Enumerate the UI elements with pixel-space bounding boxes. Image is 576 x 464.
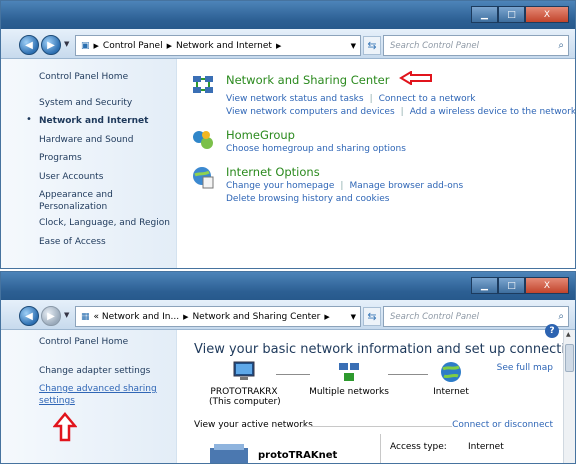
scrollbar[interactable]: ▲ [563, 330, 575, 463]
node-internet[interactable]: Internet [426, 360, 476, 397]
homegroup-link[interactable]: HomeGroup [226, 128, 295, 142]
minimize-button[interactable]: ▁ [471, 6, 498, 23]
address-bar[interactable]: ▦ « Network and In... ▶ Network and Shar… [75, 306, 361, 327]
connection-line [276, 374, 310, 375]
divider [380, 434, 381, 463]
refresh-button[interactable]: ⇆ [363, 307, 381, 326]
close-button[interactable]: X [525, 6, 569, 23]
current-item-bullet: • [26, 114, 32, 125]
computer-name: PROTOTRAKRX [210, 387, 278, 397]
view-network-status-link[interactable]: View network status and tasks [226, 94, 364, 104]
homegroup-icon [193, 131, 213, 149]
multiple-networks-label: Multiple networks [309, 387, 389, 397]
forward-button[interactable]: ▶ [41, 306, 61, 326]
connect-network-link[interactable]: Connect to a network [379, 94, 476, 104]
category-network-sharing: Network and Sharing Center View network … [178, 73, 575, 121]
navigation-bar: ◀ ▶ ▼ ▣ ▶ Control Panel ▶ Network and In… [1, 29, 575, 59]
sidebar-control-panel-home[interactable]: Control Panel Home [39, 336, 128, 348]
sidebar-item-appearance[interactable]: Appearance and Personalization [39, 189, 129, 213]
title-bar[interactable]: ▁ □ X [1, 1, 575, 29]
view-network-computers-link[interactable]: View network computers and devices [226, 107, 395, 117]
node-multiple-networks[interactable]: Multiple networks [308, 360, 390, 397]
red-arrow-left-icon [399, 71, 432, 85]
control-panel-window: ▁ □ X ◀ ▶ ▼ ▣ ▶ Control Panel ▶ Network … [0, 0, 576, 269]
sidebar-item-clock-language[interactable]: Clock, Language, and Region [39, 217, 170, 229]
see-full-map-link[interactable]: See full map [497, 363, 553, 373]
sidebar-item-programs[interactable]: Programs [39, 152, 82, 164]
recent-pages-dropdown[interactable]: ▼ [64, 40, 69, 48]
internet-options-link[interactable]: Internet Options [226, 165, 320, 179]
recent-pages-dropdown[interactable]: ▼ [64, 311, 69, 319]
breadcrumb-network-internet[interactable]: « Network and In... [94, 312, 180, 322]
active-networks-label: View your active networks [194, 420, 313, 430]
internet-label: Internet [433, 387, 469, 397]
maximize-button[interactable]: □ [498, 277, 525, 294]
network-sharing-icon [193, 76, 213, 93]
scroll-up-icon[interactable]: ▲ [566, 331, 571, 338]
network-bench-icon [210, 444, 248, 463]
address-dropdown-icon[interactable]: ▼ [351, 313, 356, 321]
internet-options-icon [193, 167, 214, 189]
network-sharing-center-window: ▁ □ X ◀ ▶ ▼ ▦ « Network and In... ▶ Netw… [0, 271, 576, 464]
access-type-label: Access type: [390, 442, 447, 452]
divider [302, 426, 452, 427]
change-homepage-link[interactable]: Change your homepage [226, 181, 334, 191]
sidebar: Control Panel Home Change adapter settin… [1, 330, 177, 463]
minimize-button[interactable]: ▁ [471, 277, 498, 294]
multiple-networks-icon [339, 363, 359, 381]
main-content: ? View your basic network information an… [178, 324, 576, 463]
sidebar-control-panel-home[interactable]: Control Panel Home [39, 71, 128, 83]
manage-addons-link[interactable]: Manage browser add-ons [349, 181, 463, 191]
connect-disconnect-link[interactable]: Connect or disconnect [452, 420, 553, 430]
breadcrumb-network-sharing-center[interactable]: Network and Sharing Center [192, 312, 320, 322]
computer-subtitle: (This computer) [209, 397, 281, 407]
main-content: Network and Sharing Center View network … [178, 59, 575, 268]
connection-line [388, 374, 428, 375]
sidebar-item-network-internet[interactable]: Network and Internet [39, 115, 148, 127]
homegroup-options-link[interactable]: Choose homegroup and sharing options [226, 144, 406, 154]
search-icon[interactable]: ⌕ [558, 40, 564, 51]
sidebar-item-user-accounts[interactable]: User Accounts [39, 171, 103, 183]
sidebar-item-system-security[interactable]: System and Security [39, 97, 132, 109]
search-icon[interactable]: ⌕ [558, 311, 564, 322]
sidebar-change-adapter-settings[interactable]: Change adapter settings [39, 365, 150, 377]
add-wireless-device-link[interactable]: Add a wireless device to the network [410, 107, 575, 117]
breadcrumb-network-internet[interactable]: Network and Internet [176, 41, 272, 51]
title-bar[interactable]: ▁ □ X [1, 272, 575, 300]
address-dropdown-icon[interactable]: ▼ [351, 42, 356, 50]
sidebar: Control Panel Home System and Security •… [1, 59, 177, 268]
delete-browsing-history-link[interactable]: Delete browsing history and cookies [226, 194, 390, 204]
maximize-button[interactable]: □ [498, 6, 525, 23]
back-button[interactable]: ◀ [19, 306, 39, 326]
access-type-value: Internet [468, 442, 504, 452]
page-heading: View your basic network information and … [194, 342, 576, 357]
close-button[interactable]: X [525, 277, 569, 294]
sidebar-change-advanced-sharing[interactable]: Change advanced sharing settings [39, 383, 159, 407]
sidebar-item-ease-of-access[interactable]: Ease of Access [39, 236, 106, 248]
sidebar-item-hardware-sound[interactable]: Hardware and Sound [39, 134, 133, 146]
node-this-computer[interactable]: PROTOTRAKRX (This computer) [209, 360, 281, 407]
scroll-thumb[interactable] [565, 344, 574, 372]
network-sharing-center-link[interactable]: Network and Sharing Center [226, 73, 389, 87]
red-arrow-up-icon [53, 412, 77, 442]
network-name: protoTRAKnet [258, 450, 338, 461]
category-homegroup: HomeGroup Choose homegroup and sharing o… [178, 128, 568, 158]
breadcrumb-control-panel[interactable]: Control Panel [103, 41, 163, 51]
refresh-button[interactable]: ⇆ [363, 36, 381, 55]
globe-icon [441, 362, 461, 382]
network-icon: ▦ [81, 311, 90, 322]
navigation-bar: ◀ ▶ ▼ ▦ « Network and In... ▶ Network an… [1, 300, 575, 330]
help-icon[interactable]: ? [545, 324, 559, 338]
back-button[interactable]: ◀ [19, 35, 39, 55]
address-bar[interactable]: ▣ ▶ Control Panel ▶ Network and Internet… [75, 35, 361, 56]
computer-icon [233, 361, 255, 380]
search-input[interactable]: Search Control Panel ⌕ [383, 306, 569, 327]
category-internet-options: Internet Options Change your homepage | Ma… [178, 165, 568, 205]
forward-button[interactable]: ▶ [41, 35, 61, 55]
search-input[interactable]: Search Control Panel ⌕ [383, 35, 569, 56]
control-panel-icon: ▣ [81, 40, 90, 51]
